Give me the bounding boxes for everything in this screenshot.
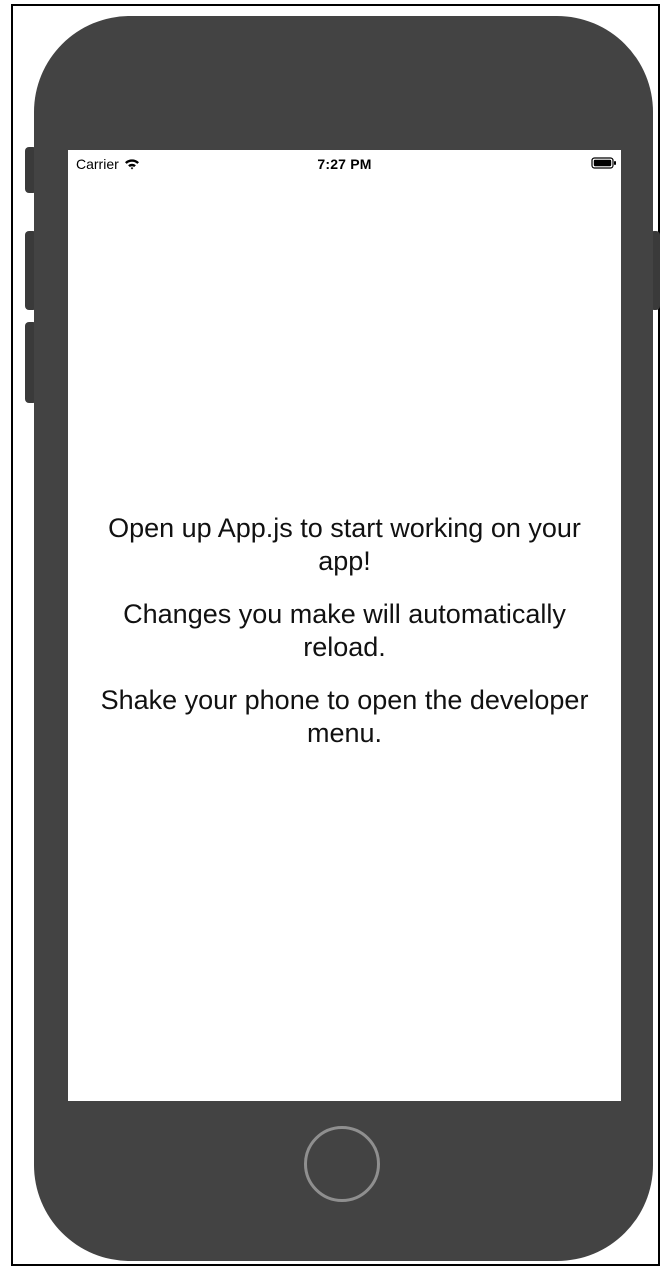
phone-screen: Carrier 7:27 PM Open up App.js to start … (68, 150, 621, 1101)
home-button[interactable] (304, 1126, 380, 1202)
instruction-developer-menu: Shake your phone to open the developer m… (100, 685, 589, 748)
status-time: 7:27 PM (317, 156, 372, 172)
status-bar: Carrier 7:27 PM (68, 150, 621, 178)
battery-icon (591, 157, 616, 169)
instruction-open-app: Open up App.js to start working on your … (108, 513, 581, 576)
instruction-auto-reload: Changes you make will automatically relo… (123, 599, 566, 662)
app-content: Open up App.js to start working on your … (68, 512, 621, 770)
